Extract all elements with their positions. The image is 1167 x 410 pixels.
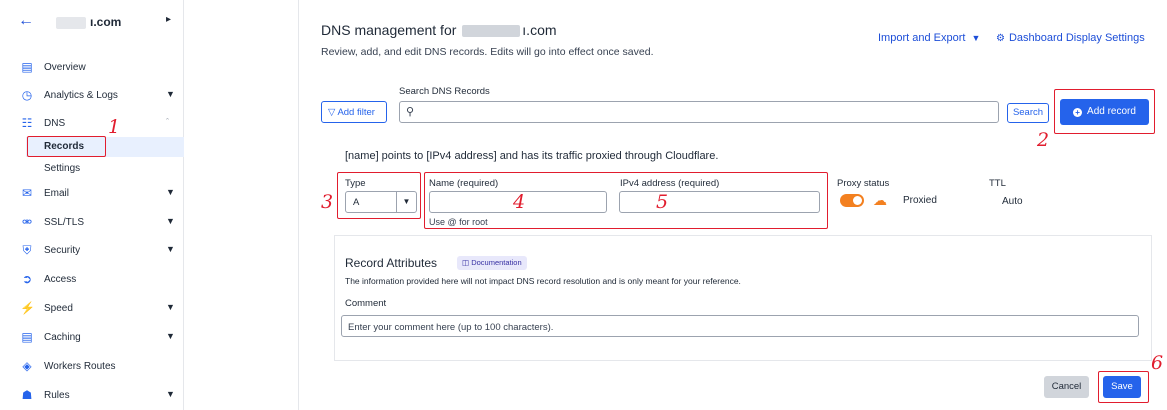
record-description: [name] points to [IPv4 address] and has …	[345, 150, 719, 162]
sidebar-item-workers-routes[interactable]: ◈ Workers Routes	[0, 357, 184, 379]
mail-icon: ✉	[21, 186, 33, 200]
annotation-number-5: 5	[656, 191, 669, 213]
book-icon: ◫	[462, 258, 470, 267]
record-attributes-note: The information provided here will not i…	[345, 276, 741, 286]
database-icon: ▤	[21, 330, 33, 344]
sidebar-item-ssl-tls[interactable]: ⚮ SSL/TLS ▼	[0, 213, 184, 235]
sidebar-item-label: Workers Routes	[44, 361, 116, 372]
record-attributes-panel	[334, 235, 1152, 361]
ttl-label: TTL	[989, 178, 1006, 189]
documentation-label: Documentation	[471, 258, 522, 267]
proxy-status-value: Proxied	[903, 195, 937, 206]
redacted-domain	[462, 25, 521, 38]
chevron-down-icon: ▼	[166, 389, 175, 399]
sidebar-item-label: Caching	[44, 332, 81, 343]
import-export-menu[interactable]: Import and Export ▼	[878, 32, 980, 44]
record-attributes-title: Record Attributes	[345, 256, 438, 270]
sidebar-subitem-settings[interactable]: Settings	[44, 163, 80, 174]
title-domain: ı.com	[522, 22, 557, 38]
annotation-number-2: 2	[1037, 129, 1050, 151]
sidebar-item-label: Rules	[44, 390, 70, 401]
sidebar-item-label: Access	[44, 274, 77, 285]
sidebar-item-label: DNS	[44, 118, 66, 129]
page-subtitle: Review, add, and edit DNS records. Edits…	[321, 46, 654, 58]
cancel-button[interactable]: Cancel	[1044, 376, 1089, 398]
search-box[interactable]: ⚲	[399, 101, 999, 123]
clock-icon: ◷	[21, 88, 33, 102]
chevron-down-icon: ▼	[166, 331, 175, 341]
main-panel: DNS management for ı.com Review, add, an…	[298, 0, 1167, 410]
title-prefix: DNS management for	[321, 22, 457, 38]
chevron-down-icon: ▼	[166, 89, 175, 99]
sidebar-item-security[interactable]: ⛨ Security ▼	[0, 241, 184, 263]
annotation-box-1	[27, 136, 106, 157]
ttl-value[interactable]: Auto	[1002, 196, 1023, 207]
sidebar-item-access[interactable]: ➲ Access	[0, 270, 184, 292]
chevron-down-icon: ▼	[166, 302, 175, 312]
redacted-domain	[56, 17, 86, 29]
lock-icon: ⚮	[21, 215, 33, 229]
chevron-up-icon: ˆ	[166, 117, 169, 127]
comment-input[interactable]	[348, 319, 1128, 335]
sidebar-item-label: Speed	[44, 303, 73, 314]
sidebar-item-speed[interactable]: ⚡ Speed ▼	[0, 299, 184, 321]
annotation-number-1: 1	[108, 116, 121, 138]
documentation-link[interactable]: ◫ Documentation	[457, 256, 527, 270]
sidebar-item-overview[interactable]: ▤ Overview	[0, 58, 184, 80]
sidebar: ← ı.com ▸ ▤ Overview ◷ Analytics & Logs …	[0, 0, 184, 410]
sidebar-item-analytics[interactable]: ◷ Analytics & Logs ▼	[0, 86, 184, 108]
document-icon: ▤	[21, 60, 33, 74]
comment-label: Comment	[345, 298, 387, 309]
chevron-down-icon: ▼	[166, 244, 175, 254]
cloud-icon: ☁	[873, 192, 887, 208]
domain-name: ı.com	[90, 15, 122, 29]
sidebar-item-label: Email	[44, 188, 70, 199]
network-icon: ☷	[21, 116, 33, 130]
annotation-number-4: 4	[513, 191, 526, 213]
add-filter-button[interactable]: ▽ Add filter	[321, 101, 387, 123]
annotation-box-2	[1054, 89, 1155, 134]
sidebar-item-label: SSL/TLS	[44, 217, 85, 228]
annotation-number-6: 6	[1151, 352, 1164, 374]
divider	[334, 360, 1152, 361]
sidebar-item-label: Analytics & Logs	[44, 90, 118, 101]
sidebar-item-dns[interactable]: ☷ DNS ˆ	[0, 114, 184, 136]
add-filter-label: Add filter	[337, 107, 375, 118]
proxy-status-label: Proxy status	[837, 178, 890, 189]
rules-icon: ☗	[21, 388, 33, 402]
domain-switcher[interactable]: ← ı.com ▸	[0, 12, 184, 36]
sidebar-item-email[interactable]: ✉ Email ▼	[0, 184, 184, 206]
annotation-box-4-5	[424, 172, 828, 229]
dashboard-display-settings[interactable]: ⚙ Dashboard Display Settings	[996, 32, 1145, 44]
search-icon: ⚲	[406, 106, 415, 118]
page-title: DNS management for ı.com	[321, 22, 557, 38]
shield-icon: ⛨	[22, 243, 32, 257]
chevron-down-icon: ▼	[166, 187, 175, 197]
caret-right-icon[interactable]: ▸	[166, 14, 171, 25]
filter-icon: ▽	[328, 107, 336, 118]
comment-field[interactable]	[341, 315, 1139, 337]
annotation-number-3: 3	[321, 191, 334, 213]
annotation-box-3	[337, 172, 421, 219]
dashboard-settings-label: Dashboard Display Settings	[1008, 32, 1145, 44]
sidebar-item-rules[interactable]: ☗ Rules ▼	[0, 386, 184, 408]
lightning-icon: ⚡	[20, 301, 35, 315]
search-label: Search DNS Records	[399, 86, 490, 97]
access-icon: ➲	[21, 272, 33, 286]
workers-icon: ◈	[22, 359, 32, 373]
back-arrow-icon[interactable]: ←	[18, 12, 34, 30]
sidebar-item-label: Overview	[44, 62, 86, 73]
sidebar-item-label: Security	[44, 245, 81, 256]
search-input[interactable]	[422, 104, 982, 120]
caret-down-icon: ▼	[971, 33, 981, 43]
annotation-box-6	[1098, 371, 1149, 403]
import-export-label: Import and Export	[878, 32, 966, 44]
proxy-toggle[interactable]	[840, 194, 864, 207]
search-button[interactable]: Search	[1007, 103, 1049, 123]
chevron-down-icon: ▼	[166, 216, 175, 226]
sidebar-item-caching[interactable]: ▤ Caching ▼	[0, 328, 184, 350]
gear-icon: ⚙	[996, 33, 1005, 44]
